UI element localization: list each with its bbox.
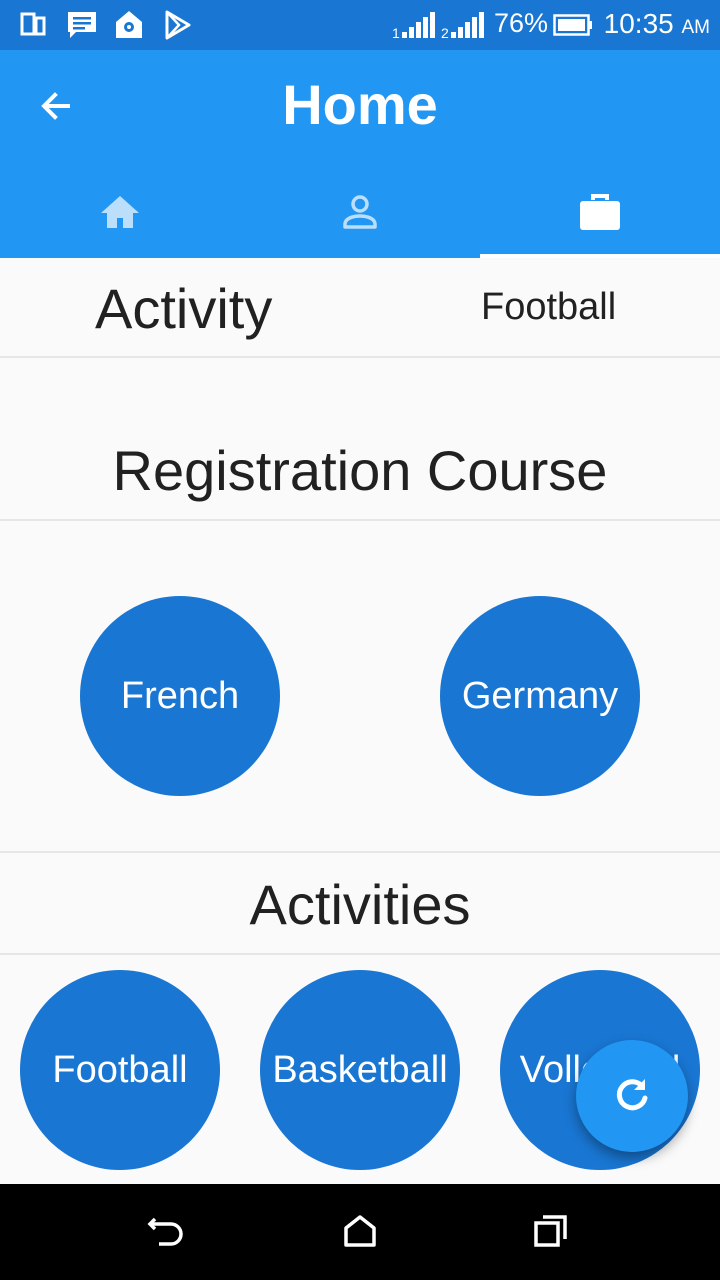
- registration-course-title: Registration Course: [112, 439, 608, 502]
- page-title: Home: [282, 73, 438, 136]
- status-bar: 1 2 76% 10:35 AM: [0, 0, 720, 50]
- refresh-fab[interactable]: [576, 1040, 688, 1152]
- signal-2-icon: 2: [441, 12, 485, 45]
- location-icon: [114, 10, 144, 45]
- signal-1-icon: 1: [392, 12, 436, 45]
- activity-football-button[interactable]: Football: [20, 970, 220, 1170]
- message-icon: [66, 10, 98, 45]
- back-icon: [147, 1213, 187, 1254]
- home-nav-icon: [343, 1214, 377, 1253]
- activity-basketball-button[interactable]: Basketball: [260, 970, 460, 1170]
- activity-row: Activity Football: [0, 258, 720, 358]
- divider: [0, 851, 720, 853]
- home-icon: [99, 194, 141, 235]
- tab-bar: [0, 170, 720, 258]
- tab-profile[interactable]: [240, 170, 480, 258]
- nav-back-button[interactable]: [142, 1208, 192, 1258]
- activities-title: Activities: [249, 873, 471, 936]
- briefcase-icon: [579, 192, 621, 237]
- battery-percent: 76%: [494, 8, 549, 38]
- phone-icon: [20, 10, 48, 43]
- course-french-button[interactable]: French: [80, 596, 280, 796]
- svg-text:2: 2: [441, 25, 449, 40]
- app-bar: Home: [0, 50, 720, 258]
- svg-text:1: 1: [392, 25, 400, 40]
- refresh-icon: [612, 1074, 652, 1119]
- tab-home[interactable]: [0, 170, 240, 258]
- recents-icon: [533, 1213, 569, 1254]
- play-store-icon: [164, 10, 192, 45]
- divider: [0, 519, 720, 521]
- nav-recents-button[interactable]: [526, 1208, 576, 1258]
- tab-activities[interactable]: [480, 170, 720, 258]
- nav-home-button[interactable]: [335, 1208, 385, 1258]
- navigation-bar: [0, 1184, 720, 1280]
- activity-label: Activity: [95, 277, 273, 340]
- course-germany-button[interactable]: Germany: [440, 596, 640, 796]
- divider: [0, 953, 720, 955]
- activity-value: Football: [481, 286, 617, 328]
- clock: 10:35 AM: [603, 8, 710, 39]
- person-icon: [342, 194, 378, 235]
- battery-icon: [553, 14, 593, 41]
